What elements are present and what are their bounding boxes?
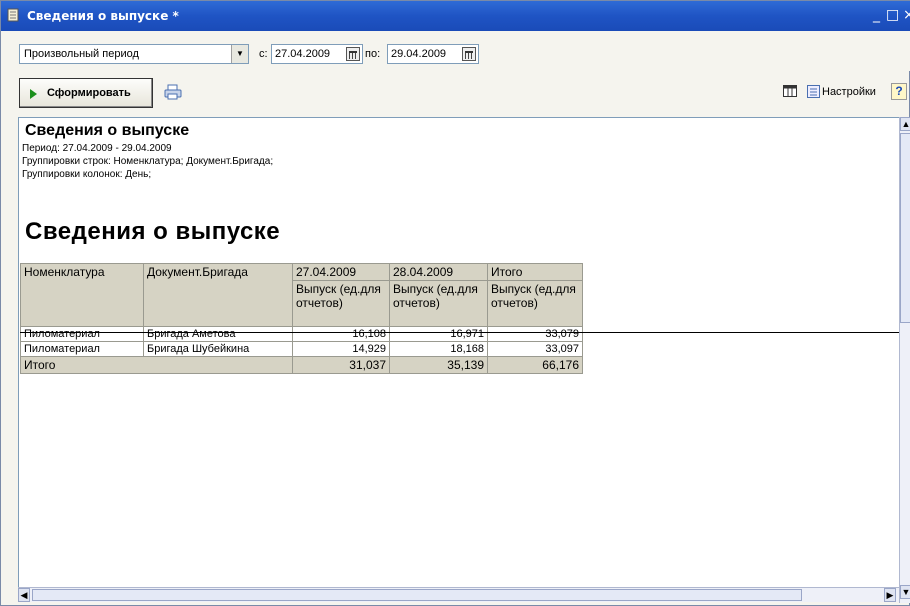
cell-brigade: Бригада Аметова — [143, 326, 293, 342]
header-divider — [20, 332, 900, 333]
cell-d1: 14,929 — [292, 341, 390, 357]
cell-nomenclature: Пиломатериал — [20, 326, 144, 342]
report-row-groups-line: Группировки строк: Номенклатура; Докумен… — [22, 156, 274, 167]
calendar-icon[interactable] — [346, 47, 360, 61]
column-header-nomenclature: Номенклатура — [20, 263, 144, 327]
measure-label: Выпуск (ед.для отчетов) — [296, 282, 381, 310]
to-label: по: — [365, 48, 381, 60]
cell-d1: 16,108 — [292, 326, 390, 342]
printer-icon[interactable] — [164, 84, 182, 100]
totals-row[interactable]: Итого 31,037 35,139 66,176 — [20, 356, 583, 374]
report-col-groups-line: Группировки колонок: День; — [22, 169, 152, 180]
scroll-down-icon[interactable]: ▼ — [900, 585, 910, 599]
scroll-up-icon[interactable]: ▲ — [900, 117, 910, 131]
cell-total: 33,079 — [487, 326, 583, 342]
from-label: с: — [259, 48, 268, 60]
cell-nomenclature: Пиломатериал — [20, 341, 144, 357]
close-button[interactable]: × — [903, 7, 910, 23]
date-to-field[interactable]: 29.04.2009 — [387, 44, 479, 64]
cell-d2: 18,168 — [389, 341, 488, 357]
play-icon — [30, 89, 37, 99]
totals-d1: 31,037 — [292, 356, 390, 374]
document-icon — [7, 8, 19, 22]
measure-header: Выпуск (ед.для отчетов) — [389, 280, 488, 327]
vertical-scroll-thumb[interactable] — [900, 133, 910, 323]
minimize-button[interactable]: _ — [873, 7, 880, 23]
table-layout-icon[interactable] — [783, 85, 797, 98]
table-row[interactable]: Пиломатериал Бригада Шубейкина 14,929 18… — [20, 341, 583, 357]
action-toolbar: Сформировать Настройки ? — [1, 73, 910, 113]
vertical-scrollbar[interactable]: ▲ ▼ — [899, 117, 910, 603]
measure-header: Выпуск (ед.для отчетов) — [487, 280, 583, 327]
column-header-total: Итого — [487, 263, 583, 281]
help-button[interactable]: ? — [891, 83, 907, 100]
cell-total: 33,097 — [487, 341, 583, 357]
cell-brigade: Бригада Шубейкина — [143, 341, 293, 357]
date-from-value: 27.04.2009 — [275, 48, 331, 60]
totals-label: Итого — [20, 356, 293, 374]
column-header-brigade: Документ.Бригада — [143, 263, 293, 327]
report-table: Номенклатура Документ.Бригада 27.04.2009… — [20, 263, 583, 374]
date-from-field[interactable]: 27.04.2009 — [271, 44, 363, 64]
window-title: Сведения о выпуске * — [27, 9, 179, 23]
column-header-date-2: 28.04.2009 — [389, 263, 488, 281]
measure-header: Выпуск (ед.для отчетов) — [292, 280, 390, 327]
table-row[interactable]: Пиломатериал Бригада Аметова 16,108 16,9… — [20, 326, 583, 342]
generate-button-label: Сформировать — [47, 87, 131, 99]
title-bar: Сведения о выпуске * _ □ × — [1, 1, 910, 31]
report-window: Сведения о выпуске * _ □ × Произвольный … — [0, 0, 910, 606]
report-period-line: Период: 27.04.2009 - 29.04.2009 — [22, 143, 172, 154]
horizontal-scrollbar[interactable]: ◀ ▶ — [18, 587, 899, 602]
settings-icon[interactable] — [807, 85, 820, 98]
date-to-value: 29.04.2009 — [391, 48, 447, 60]
scroll-right-icon[interactable]: ▶ — [884, 588, 896, 602]
maximize-button[interactable]: □ — [886, 7, 899, 23]
measure-label: Выпуск (ед.для отчетов) — [393, 282, 478, 310]
generate-button[interactable]: Сформировать — [19, 78, 153, 108]
dropdown-arrow-icon[interactable]: ▼ — [231, 45, 248, 63]
measure-label: Выпуск (ед.для отчетов) — [491, 282, 576, 310]
report-title: Сведения о выпуске — [25, 122, 190, 139]
cell-d2: 16,971 — [389, 326, 488, 342]
report-big-title: Сведения о выпуске — [25, 218, 281, 245]
totals-total: 66,176 — [487, 356, 583, 374]
scroll-left-icon[interactable]: ◀ — [18, 588, 30, 602]
period-select[interactable]: Произвольный период ▼ — [19, 44, 249, 64]
calendar-icon[interactable] — [462, 47, 476, 61]
table-header-row: Номенклатура Документ.Бригада 27.04.2009… — [20, 263, 583, 327]
column-header-date-1: 27.04.2009 — [292, 263, 390, 281]
report-area[interactable]: Сведения о выпуске Период: 27.04.2009 - … — [18, 117, 901, 602]
period-toolbar: Произвольный период ▼ с: 27.04.2009 по: … — [1, 31, 910, 71]
totals-d2: 35,139 — [389, 356, 488, 374]
settings-link[interactable]: Настройки — [822, 86, 876, 98]
horizontal-scroll-thumb[interactable] — [32, 589, 802, 601]
period-select-value: Произвольный период — [24, 48, 139, 60]
